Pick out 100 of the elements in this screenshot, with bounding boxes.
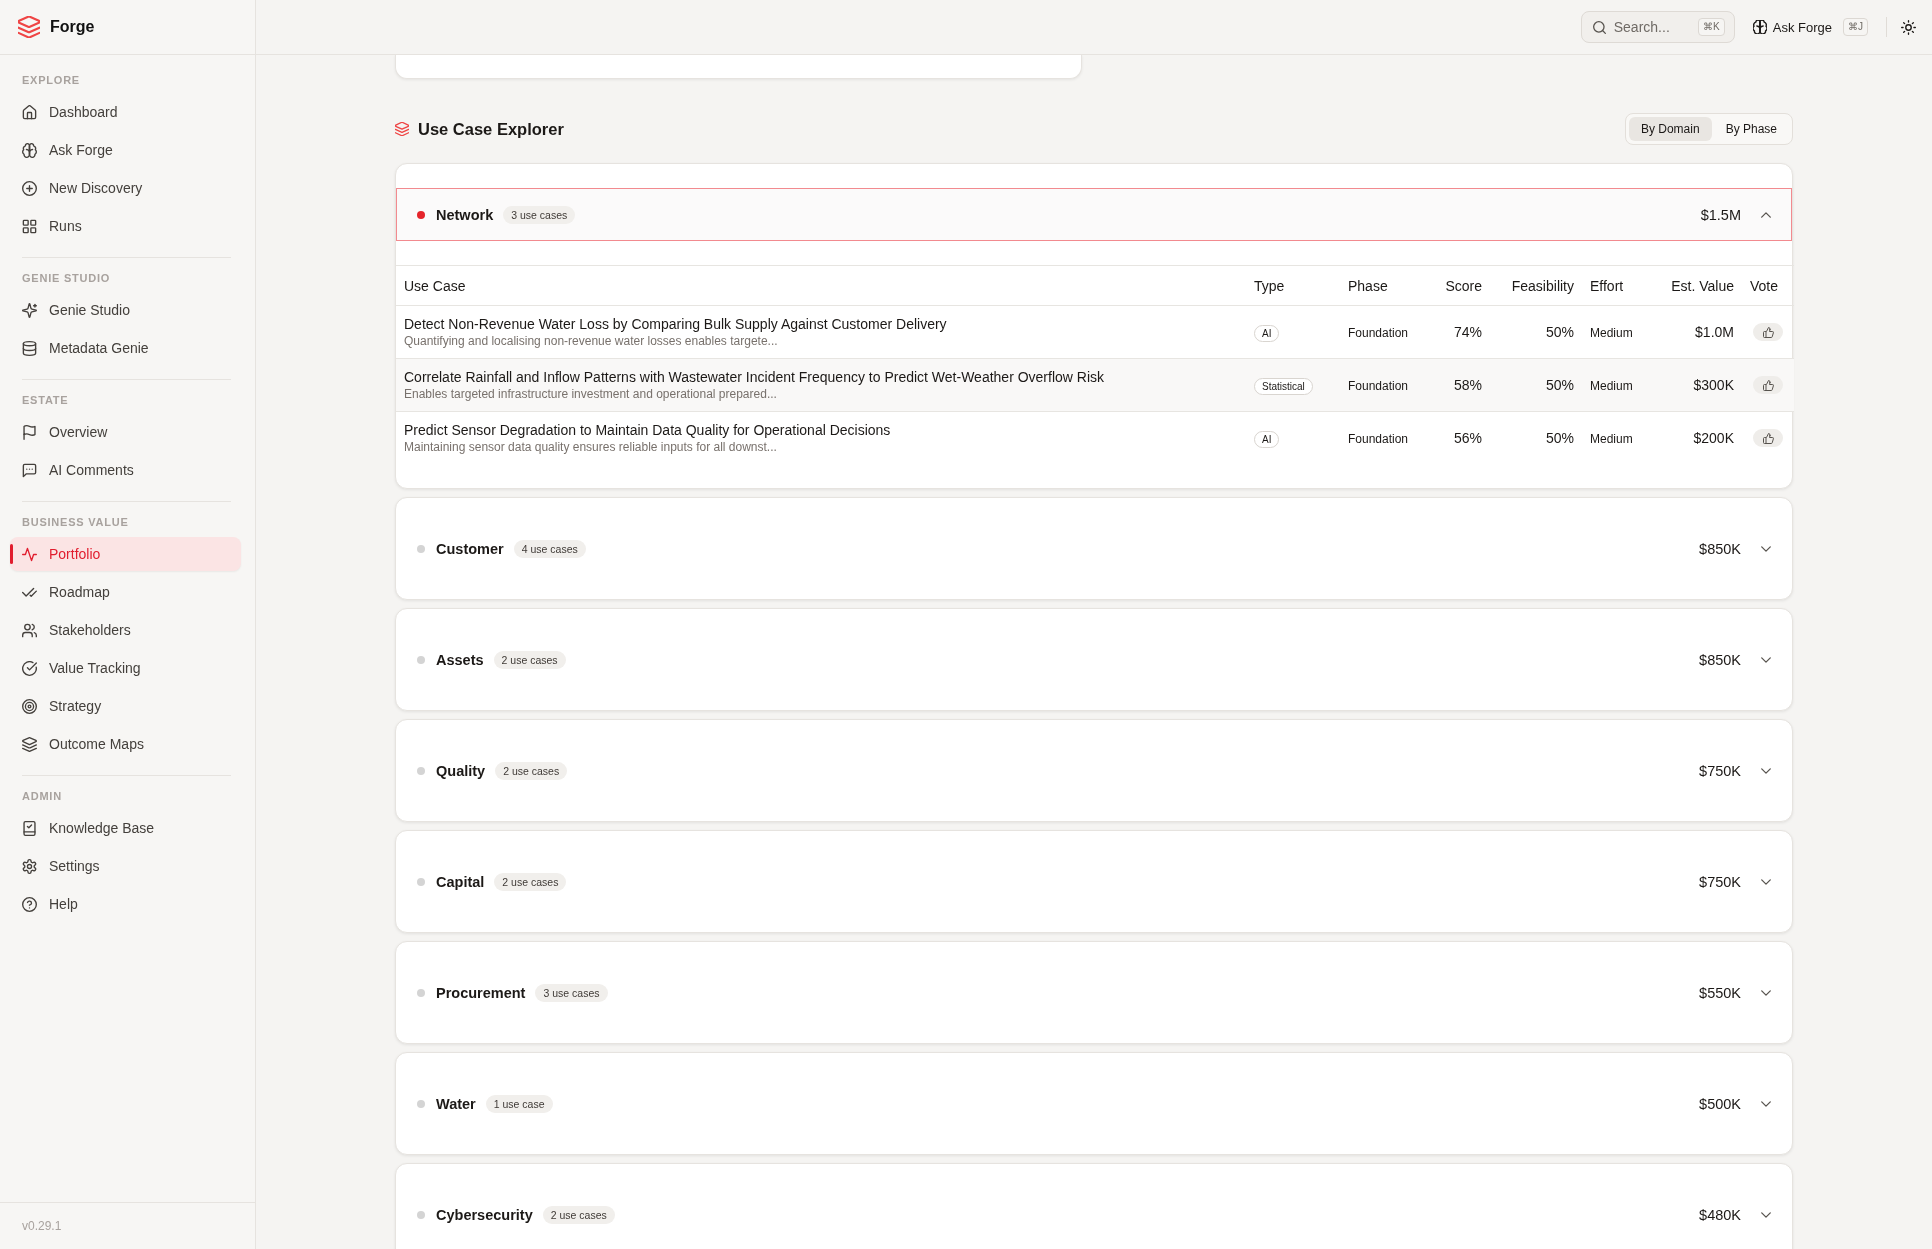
use-case-count: 2 use cases [542,1205,615,1224]
ask-forge-button[interactable]: Ask Forge ⌘J [1746,14,1874,40]
nav-item[interactable]: New Discovery [10,171,241,205]
vote-button[interactable] [1753,323,1783,341]
domain-name: Procurement [436,984,526,1001]
phase-cell: Foundation [1348,326,1409,340]
section-title: BUSINESS VALUE [21,515,130,530]
type-tag: AI [1254,430,1280,448]
section-title: ESTATE [21,393,70,408]
use-case-count: 3 use cases [503,205,576,224]
use-case-description: Maintaining sensor data quality ensures reliable inputs for all downst... [404,440,778,454]
use-case-count: 2 use cases [495,761,568,780]
nav-item[interactable]: Overview [10,415,241,449]
feasibility-cell: 50% [1545,377,1574,393]
thumbs-up-icon [1762,326,1774,338]
column-header: Type [1254,277,1285,294]
use-case-title: Correlate Rainfall and Inflow Patterns with Wastewater Incident Frequency to Predict Wet-Weather Overflow Risk [404,369,1106,385]
nav-item[interactable]: Settings [10,849,241,883]
sparkles-icon [22,302,37,318]
section-title: EXPLORE [21,73,81,88]
domain-value: $850K [1699,540,1741,557]
score-cell: 58% [1453,377,1482,393]
view-toggle-option[interactable]: By Domain [1628,117,1712,141]
domain-header[interactable]: Assets 2 use cases $850K [396,633,1792,686]
home-icon [22,104,37,120]
shortcut-key: ⌘J [1843,18,1868,36]
nav-item[interactable]: Portfolio [10,537,241,571]
domain-header[interactable]: Network 3 use cases $1.5M [396,188,1792,241]
nav-item[interactable]: Runs [10,209,241,243]
check-circle-icon [22,660,37,676]
use-case-count: 2 use cases [493,650,566,669]
domain-value: $750K [1699,762,1741,779]
plus-circle-icon [22,180,37,196]
use-case-count: 3 use cases [535,983,608,1002]
pulse-icon [22,546,37,562]
sun-icon [1901,19,1916,35]
nav-item[interactable]: Outcome Maps [10,727,241,761]
vote-button[interactable] [1753,429,1783,447]
thumbs-up-icon [1762,432,1774,444]
column-header: Effort [1590,277,1624,294]
nav-item[interactable]: Roadmap [10,575,241,609]
nav-item[interactable]: Dashboard [10,95,241,129]
app-name: Forge [50,18,95,36]
help-icon [22,896,37,912]
effort-cell: Medium [1590,432,1633,446]
chevron-down-icon [1761,989,1771,996]
nav-item[interactable]: Help [10,887,241,921]
nav-item[interactable]: Metadata Genie [10,331,241,365]
domain-name: Network [436,206,494,223]
domain-name: Capital [436,873,485,890]
use-case-count: 2 use cases [494,872,567,891]
use-case-title: Predict Sensor Degradation to Maintain Data Quality for Operational Decisions [404,422,892,438]
chat-bubble-icon [22,462,37,478]
chevron-up-icon [1761,211,1771,218]
type-tag: Statistical [1254,377,1313,395]
layers-icon [395,122,409,136]
notebook-icon [22,820,37,836]
grid-icon [22,218,37,234]
vote-button[interactable] [1753,376,1783,394]
nav-item[interactable]: Knowledge Base [10,811,241,845]
view-toggle-option[interactable]: By Phase [1713,117,1789,141]
value-cell: $300K [1693,377,1734,393]
chevron-down-icon [1761,1100,1771,1107]
effort-cell: Medium [1590,326,1633,340]
score-cell: 56% [1453,430,1482,446]
score-cell: 74% [1453,324,1482,340]
nav-item[interactable]: AI Comments [10,453,241,487]
chevron-down-icon [1761,656,1771,663]
nav-item[interactable]: Ask Forge [10,133,241,167]
domain-header[interactable]: Cybersecurity 2 use cases $480K [396,1188,1792,1241]
nav-item[interactable]: Genie Studio [10,293,241,327]
domain-value: $1.5M [1700,206,1741,223]
domain-header[interactable]: Water 1 use case $500K [396,1077,1792,1130]
feasibility-cell: 50% [1545,430,1574,446]
nav-item[interactable]: Value Tracking [10,651,241,685]
column-header: Vote [1750,277,1779,294]
logo-layers-icon [18,16,40,38]
column-header: Use Case [404,277,466,294]
column-header: Phase [1348,277,1388,294]
domain-value: $500K [1699,1095,1741,1112]
domain-header[interactable]: Customer 4 use cases $850K [396,522,1792,575]
layers-icon [22,736,37,752]
value-cell: $200K [1693,430,1734,446]
domain-value: $750K [1699,873,1741,890]
nav-item[interactable]: Strategy [10,689,241,723]
section-heading: Use Case Explorer [418,119,564,139]
section-title: GENIE STUDIO [21,271,112,286]
nav-item[interactable]: Stakeholders [10,613,241,647]
domain-value: $480K [1699,1206,1741,1223]
database-icon [22,340,37,356]
target-icon [22,698,37,714]
phase-cell: Foundation [1348,379,1409,393]
domain-header[interactable]: Quality 2 use cases $750K [396,744,1792,797]
domain-name: Cybersecurity [436,1206,533,1223]
domain-header[interactable]: Capital 2 use cases $750K [396,855,1792,908]
chevron-down-icon [1761,545,1771,552]
column-header: Score [1445,277,1482,294]
brain-icon [1752,20,1767,34]
domain-header[interactable]: Procurement 3 use cases $550K [396,966,1792,1019]
domain-name: Customer [436,540,504,557]
